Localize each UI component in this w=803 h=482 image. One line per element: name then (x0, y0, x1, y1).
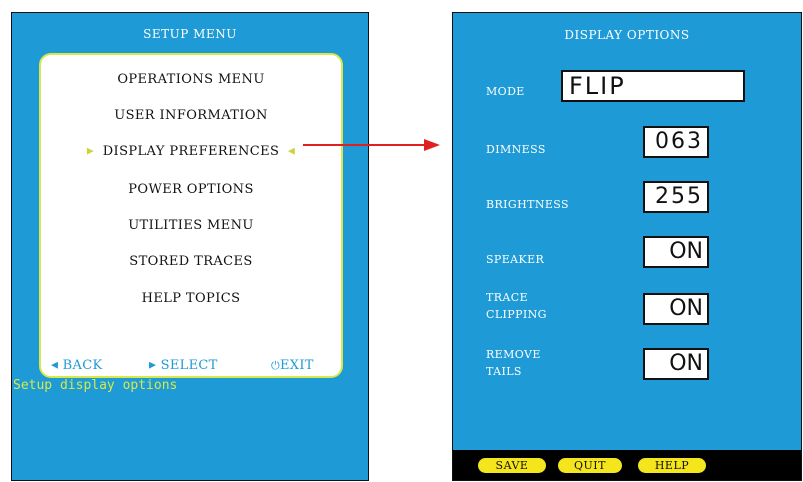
trace-clipping-field[interactable]: ON (643, 293, 709, 325)
trace-clipping-label-line1: TRACE (486, 291, 529, 304)
remove-tails-label-line1: REMOVE (486, 348, 541, 361)
save-button[interactable]: SAVE (478, 458, 546, 473)
speaker-field[interactable]: ON (643, 236, 709, 268)
trace-clipping-label-line2: CLIPPING (486, 308, 547, 321)
connector-arrowhead (424, 139, 440, 151)
remove-tails-field[interactable]: ON (643, 348, 709, 380)
display-options-title: DISPLAY OPTIONS (564, 28, 690, 42)
trace-clipping-label: TRACE CLIPPING (486, 289, 547, 323)
remove-tails-label: REMOVE TAILS (486, 346, 541, 380)
remove-tails-label-line2: TAILS (486, 365, 522, 378)
brightness-field[interactable]: 255 (643, 181, 709, 213)
softkey-bar: SAVE QUIT HELP (453, 450, 801, 480)
brightness-label: BRIGHTNESS (486, 198, 569, 211)
dimness-field[interactable]: 063 (643, 126, 709, 158)
speaker-label: SPEAKER (486, 253, 545, 266)
dimness-label: DIMNESS (486, 143, 546, 156)
mode-label: MODE (486, 85, 525, 98)
help-button[interactable]: HELP (638, 458, 706, 473)
display-options-screen: DISPLAY OPTIONS MODE FLIP DIMNESS 063 BR… (452, 12, 802, 481)
mode-field[interactable]: FLIP (561, 70, 745, 102)
quit-button[interactable]: QUIT (558, 458, 622, 473)
